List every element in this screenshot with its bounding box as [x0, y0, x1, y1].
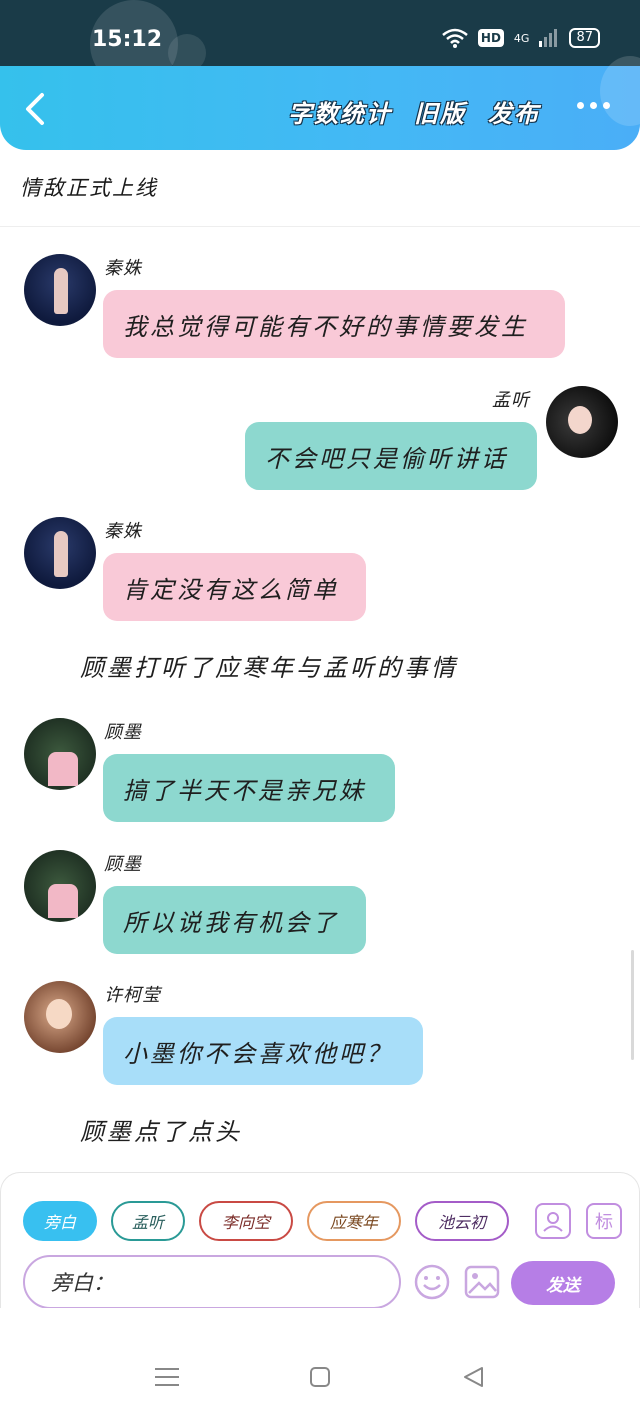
- story-title[interactable]: 情敌正式上线: [20, 172, 158, 202]
- narration-text[interactable]: 顾墨点了点头: [80, 1112, 242, 1147]
- menu-icon: [155, 1368, 179, 1386]
- nav-back-button[interactable]: [458, 1362, 488, 1392]
- chat-bubble[interactable]: 小墨你不会喜欢他吧？: [103, 1017, 423, 1085]
- tag-button[interactable]: 标: [586, 1203, 622, 1239]
- role-chip-meng[interactable]: 孟听: [111, 1201, 185, 1241]
- role-chip-chi[interactable]: 池云初: [415, 1201, 509, 1241]
- home-button[interactable]: [305, 1362, 335, 1392]
- user-card-icon: [543, 1212, 563, 1232]
- more-dots-icon: [603, 102, 610, 109]
- battery-indicator: 87: [569, 28, 600, 48]
- status-time: 15:12: [92, 27, 163, 52]
- hd-badge: HD: [477, 29, 504, 47]
- input-prefix: 旁白：: [51, 1271, 114, 1295]
- send-button[interactable]: 发送: [511, 1261, 615, 1305]
- speaker-name: 许柯莹: [104, 985, 161, 1006]
- signal-icon: [539, 29, 558, 47]
- avatar[interactable]: [24, 981, 96, 1053]
- image-icon: [464, 1265, 500, 1299]
- divider: [0, 226, 640, 227]
- more-dots-icon: [590, 102, 597, 109]
- role-chip-ying[interactable]: 应寒年: [307, 1201, 401, 1241]
- network-type: 4G: [513, 31, 530, 45]
- avatar[interactable]: [24, 254, 96, 326]
- status-icons: HD 4G 87: [442, 28, 600, 48]
- emoji-button[interactable]: [413, 1263, 451, 1301]
- speaker-name: 顾墨: [104, 722, 142, 743]
- more-dots-icon: [577, 102, 584, 109]
- old-version-button[interactable]: 旧版: [414, 94, 466, 129]
- speaker-name: 秦姝: [104, 521, 142, 542]
- role-chip-li[interactable]: 李向空: [199, 1201, 293, 1241]
- smiley-icon: [414, 1264, 450, 1300]
- role-manage-button[interactable]: [535, 1203, 571, 1239]
- decor-bubble: [600, 56, 640, 126]
- chevron-left-icon: [26, 93, 44, 125]
- role-chip-narrator[interactable]: 旁白: [23, 1201, 97, 1241]
- speaker-name: 秦姝: [104, 258, 142, 279]
- avatar[interactable]: [24, 517, 96, 589]
- narration-text[interactable]: 顾墨打听了应寒年与孟听的事情: [80, 648, 458, 683]
- composer: 旁白 孟听 李向空 应寒年 池云初 标 旁白： 发送: [0, 1172, 640, 1309]
- header-actions: 字数统计 旧版 发布: [288, 94, 540, 129]
- back-triangle-icon: [464, 1367, 483, 1387]
- chat-bubble[interactable]: 不会吧只是偷听讲话: [245, 422, 537, 490]
- app-header: 字数统计 旧版 发布: [0, 56, 640, 150]
- tag-label: 标: [595, 1212, 613, 1233]
- avatar[interactable]: [24, 850, 96, 922]
- wifi-icon: [442, 28, 468, 48]
- chat-bubble[interactable]: 肯定没有这么简单: [103, 553, 366, 621]
- chat-bubble[interactable]: 所以说我有机会了: [103, 886, 366, 954]
- chat-bubble[interactable]: 我总觉得可能有不好的事情要发生: [103, 290, 565, 358]
- chat-bubble[interactable]: 搞了半天不是亲兄妹: [103, 754, 395, 822]
- home-square-icon: [310, 1367, 330, 1387]
- more-button[interactable]: [577, 102, 610, 109]
- avatar[interactable]: [24, 718, 96, 790]
- publish-button[interactable]: 发布: [488, 94, 540, 129]
- status-bar: 15:12 HD 4G 87: [0, 0, 640, 88]
- message-input[interactable]: 旁白：: [23, 1255, 401, 1309]
- back-button[interactable]: [22, 92, 52, 126]
- scrollbar[interactable]: [631, 950, 634, 1060]
- system-nav-bar: [0, 1308, 640, 1422]
- speaker-name: 孟听: [492, 390, 530, 411]
- menu-button[interactable]: [152, 1362, 182, 1392]
- role-chips: 旁白 孟听 李向空 应寒年 池云初: [23, 1201, 509, 1241]
- speaker-name: 顾墨: [104, 854, 142, 875]
- word-count-button[interactable]: 字数统计: [288, 94, 392, 129]
- image-button[interactable]: [463, 1263, 501, 1301]
- avatar[interactable]: [546, 386, 618, 458]
